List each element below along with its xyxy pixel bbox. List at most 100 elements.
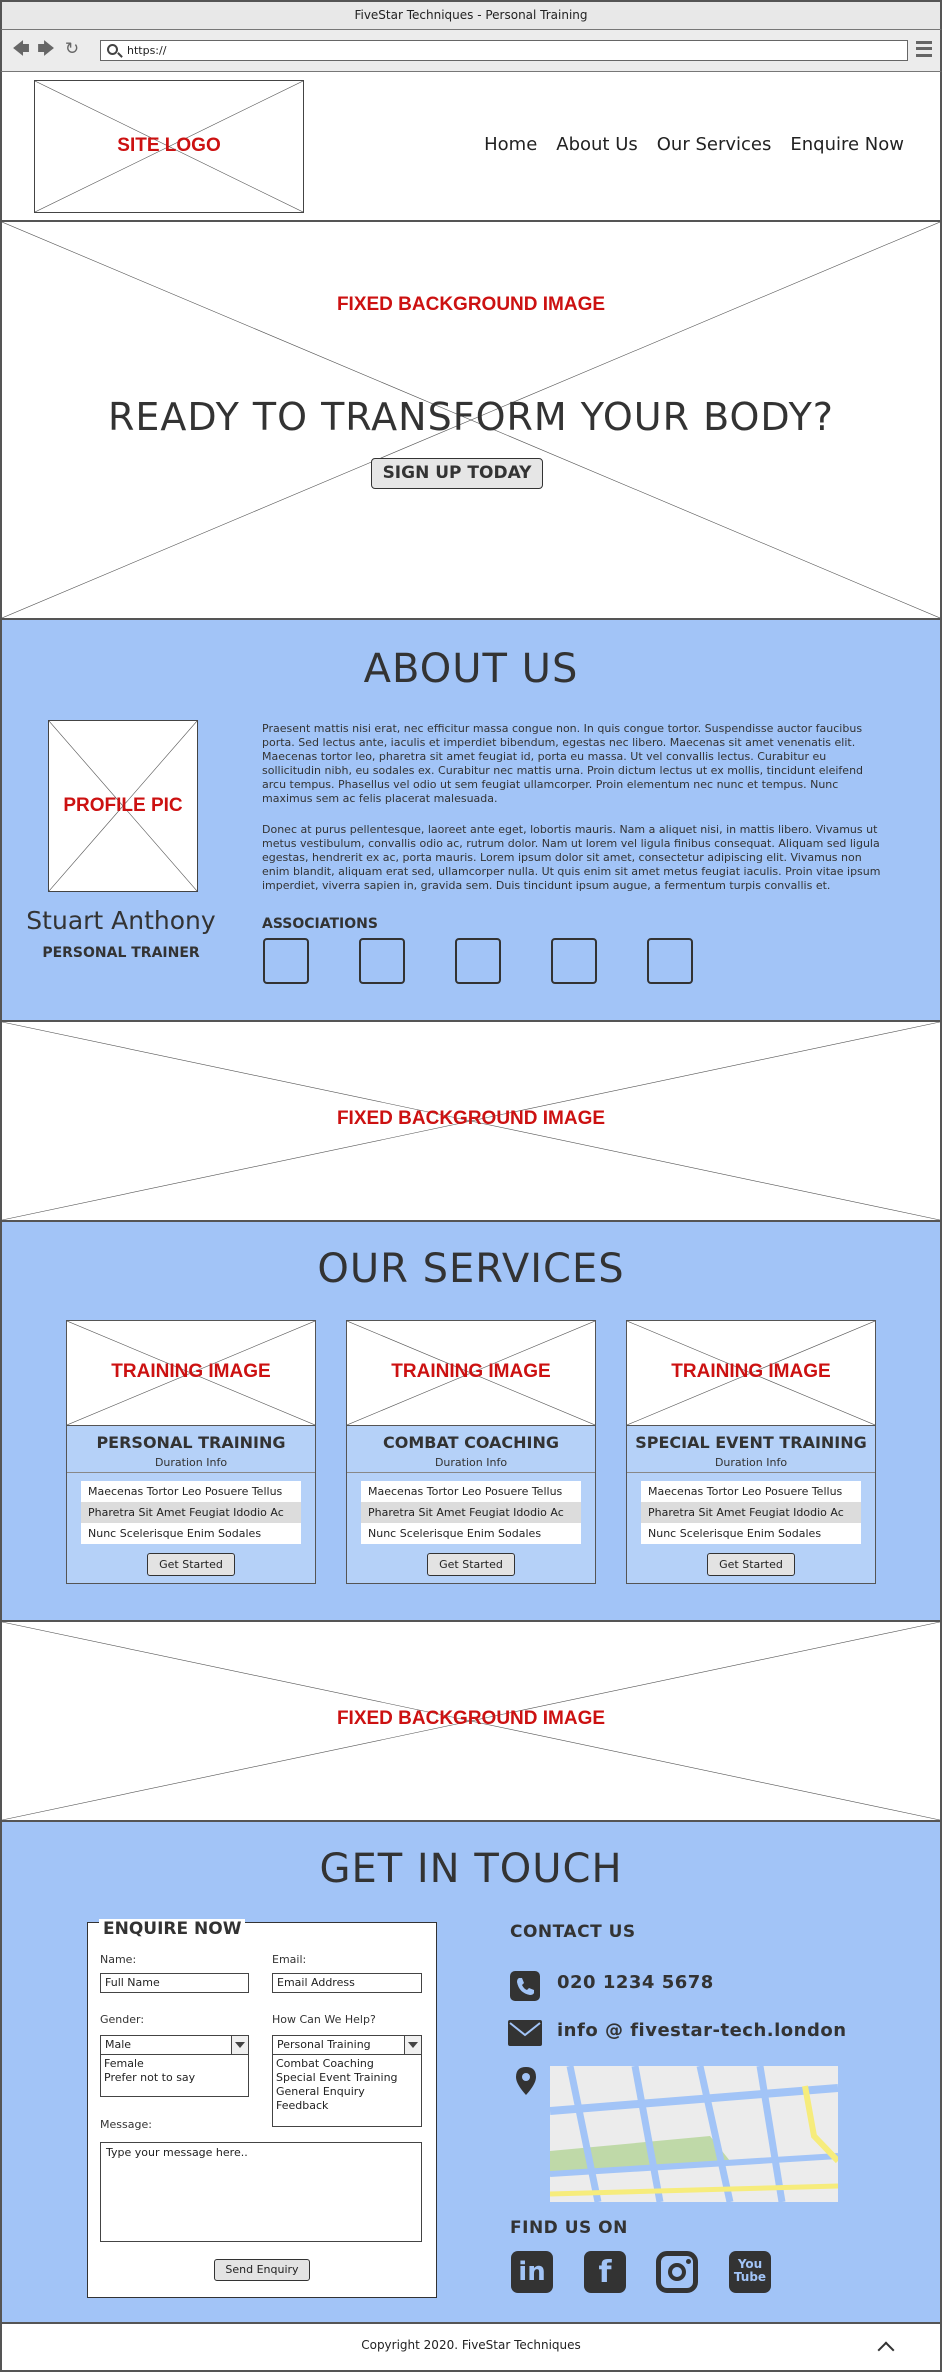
list-item: Maecenas Tortor Leo Posuere Tellus xyxy=(361,1481,581,1502)
help-option[interactable]: Feedback xyxy=(276,2099,418,2113)
reload-icon[interactable]: ↻ xyxy=(63,40,81,58)
service-title: COMBAT COACHING xyxy=(383,1433,559,1452)
about-title: ABOUT US xyxy=(363,646,579,692)
email-icon xyxy=(508,2020,542,2046)
gender-option[interactable]: Female xyxy=(104,2057,245,2071)
contact-title: GET IN TOUCH xyxy=(319,1846,623,1892)
service-card: TRAINING IMAGE COMBAT COACHING Duration … xyxy=(346,1320,596,1584)
url-text: https:// xyxy=(127,44,167,57)
location-pin-icon xyxy=(516,2067,536,2095)
email-address[interactable]: info @ fivestar-tech.london xyxy=(557,2020,847,2041)
search-icon xyxy=(107,44,118,55)
banner-section: FIXED BACKGROUND IMAGE xyxy=(0,1622,942,1822)
gender-select[interactable]: Male xyxy=(100,2035,249,2055)
get-started-button[interactable]: Get Started xyxy=(427,1553,515,1576)
divider xyxy=(627,1472,875,1473)
service-feature-list: Maecenas Tortor Leo Posuere Tellus Phare… xyxy=(81,1481,301,1544)
get-started-button[interactable]: Get Started xyxy=(147,1553,235,1576)
service-duration: Duration Info xyxy=(434,1456,508,1469)
service-feature-list: Maecenas Tortor Leo Posuere Tellus Phare… xyxy=(641,1481,861,1544)
menu-icon[interactable] xyxy=(916,41,932,57)
browser-toolbar: 🡄 🡆 ↻ https:// xyxy=(0,30,942,72)
chevron-down-icon[interactable] xyxy=(231,2036,248,2054)
address-bar[interactable]: https:// xyxy=(100,40,908,61)
list-item: Pharetra Sit Amet Feugiat Idodio Ac xyxy=(361,1502,581,1523)
window-title: FiveStar Techniques - Personal Training xyxy=(0,0,942,30)
instagram-icon[interactable] xyxy=(656,2251,698,2293)
phone-number[interactable]: 020 1234 5678 xyxy=(557,1972,714,1993)
service-card: TRAINING IMAGE SPECIAL EVENT TRAINING Du… xyxy=(626,1320,876,1584)
help-option[interactable]: Special Event Training xyxy=(276,2071,418,2085)
service-title: SPECIAL EVENT TRAINING xyxy=(635,1433,867,1452)
profile-pic: PROFILE PIC xyxy=(48,720,198,892)
linkedin-icon[interactable]: in xyxy=(511,2251,553,2293)
service-feature-list: Maecenas Tortor Leo Posuere Tellus Phare… xyxy=(361,1481,581,1544)
help-option[interactable]: Combat Coaching xyxy=(276,2057,418,2071)
divider xyxy=(347,1472,595,1473)
facebook-icon[interactable]: f xyxy=(584,2251,626,2293)
send-enquiry-button[interactable]: Send Enquiry xyxy=(214,2259,310,2281)
site-logo[interactable]: SITE LOGO xyxy=(34,80,304,213)
service-duration: Duration Info xyxy=(714,1456,788,1469)
list-item: Maecenas Tortor Leo Posuere Tellus xyxy=(81,1481,301,1502)
banner-section: FIXED BACKGROUND IMAGE xyxy=(0,1022,942,1222)
trainer-name: Stuart Anthony xyxy=(26,906,216,935)
help-option[interactable]: General Enquiry xyxy=(276,2085,418,2099)
associations-title: ASSOCIATIONS xyxy=(262,916,378,932)
chevron-down-icon[interactable] xyxy=(404,2036,421,2054)
list-item: Pharetra Sit Amet Feugiat Idodio Ac xyxy=(81,1502,301,1523)
banner-image-label: FIXED BACKGROUND IMAGE xyxy=(336,1708,606,1729)
gender-selected-value: Male xyxy=(105,2038,132,2051)
help-selected-value: Personal Training xyxy=(277,2038,371,2051)
nav-enquire[interactable]: Enquire Now xyxy=(790,134,904,155)
youtube-icon[interactable]: You Tube xyxy=(729,2251,771,2293)
association-logo xyxy=(359,938,405,984)
divider xyxy=(67,1472,315,1473)
gender-label: Gender: xyxy=(100,2013,145,2026)
trainer-role: PERSONAL TRAINER xyxy=(42,945,200,961)
service-duration: Duration Info xyxy=(154,1456,228,1469)
training-image: TRAINING IMAGE xyxy=(347,1321,595,1426)
association-logo xyxy=(647,938,693,984)
list-item: Pharetra Sit Amet Feugiat Idodio Ac xyxy=(641,1502,861,1523)
banner-image-label: FIXED BACKGROUND IMAGE xyxy=(336,1108,606,1129)
training-image-label: TRAINING IMAGE xyxy=(391,1361,551,1382)
banner-background-image: FIXED BACKGROUND IMAGE xyxy=(2,1022,940,1220)
gender-option[interactable]: Prefer not to say xyxy=(104,2071,245,2085)
logo-label: SITE LOGO xyxy=(117,135,221,156)
list-item: Nunc Scelerisque Enim Sodales xyxy=(81,1523,301,1544)
help-label: How Can We Help? xyxy=(272,2013,376,2026)
services-title: OUR SERVICES xyxy=(317,1246,625,1292)
name-label: Name: xyxy=(100,1953,137,1966)
back-arrow-icon[interactable]: 🡄 xyxy=(12,40,30,58)
signup-button[interactable]: SIGN UP TODAY xyxy=(371,458,543,489)
email-label: Email: xyxy=(272,1953,307,1966)
training-image-label: TRAINING IMAGE xyxy=(671,1361,831,1382)
nav-home[interactable]: Home xyxy=(484,134,537,155)
training-image-label: TRAINING IMAGE xyxy=(111,1361,271,1382)
message-textarea[interactable]: Type your message here.. xyxy=(100,2142,422,2242)
association-logo xyxy=(263,938,309,984)
phone-icon xyxy=(510,1971,540,2001)
get-started-button[interactable]: Get Started xyxy=(707,1553,795,1576)
association-logo xyxy=(551,938,597,984)
name-field[interactable]: Full Name xyxy=(100,1973,249,1993)
forward-arrow-icon[interactable]: 🡆 xyxy=(37,40,55,58)
site-footer: Copyright 2020. FiveStar Techniques xyxy=(0,2322,942,2372)
nav-services[interactable]: Our Services xyxy=(657,134,772,155)
nav-about[interactable]: About Us xyxy=(556,134,638,155)
main-nav: Home About Us Our Services Enquire Now xyxy=(484,134,904,155)
help-select[interactable]: Personal Training xyxy=(272,2035,422,2055)
list-item: Maecenas Tortor Leo Posuere Tellus xyxy=(641,1481,861,1502)
association-logo xyxy=(455,938,501,984)
service-card: TRAINING IMAGE PERSONAL TRAINING Duratio… xyxy=(66,1320,316,1584)
enquiry-form-legend: ENQUIRE NOW xyxy=(99,1919,246,1939)
email-field[interactable]: Email Address xyxy=(272,1973,422,1993)
hero-heading: READY TO TRANSFORM YOUR BODY? xyxy=(108,395,834,439)
service-title: PERSONAL TRAINING xyxy=(96,1433,286,1452)
copyright-text: Copyright 2020. FiveStar Techniques xyxy=(361,2338,581,2352)
find-us-heading: FIND US ON xyxy=(510,2218,628,2238)
contact-us-heading: CONTACT US xyxy=(510,1922,636,1942)
hero-image-label: FIXED BACKGROUND IMAGE xyxy=(336,294,606,315)
map-image[interactable] xyxy=(550,2066,838,2202)
